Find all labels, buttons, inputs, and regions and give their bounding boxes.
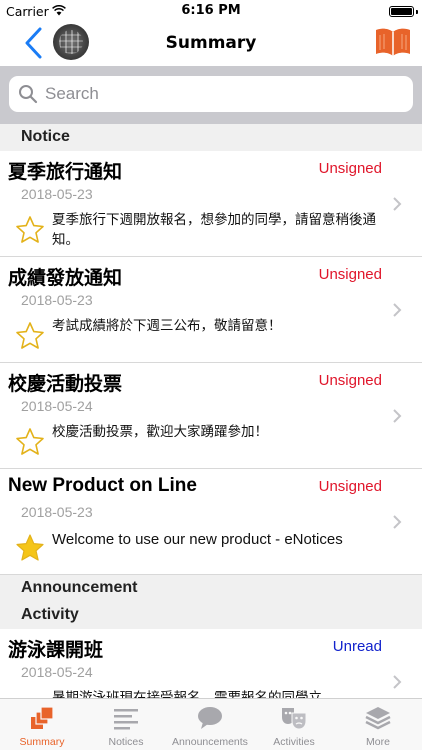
list-item[interactable]: 夏季旅行通知 Unsigned 2018-05-23 夏季旅行下週開放報名，想參… (0, 151, 422, 257)
announcements-bubble-icon (198, 707, 222, 729)
item-title: 游泳課開班 (8, 640, 104, 661)
tab-label: More (366, 736, 390, 748)
item-title: 成績發放通知 (8, 268, 123, 289)
star-outline-icon[interactable] (15, 215, 45, 245)
item-date: 2018-05-23 (21, 186, 93, 202)
star-filled-icon[interactable] (15, 533, 45, 563)
tab-activities[interactable]: Activities (252, 699, 336, 750)
status-badge: Unsigned (318, 478, 382, 495)
search-area (0, 66, 422, 124)
item-date: 2018-05-23 (21, 292, 93, 308)
battery-tip (416, 10, 418, 14)
tab-summary[interactable]: Summary (0, 699, 84, 750)
open-book-icon[interactable] (374, 26, 412, 58)
item-body: 暑期游泳班現在接受報名，需要報名的同學立 (52, 690, 322, 698)
search-bar[interactable] (9, 76, 413, 112)
tab-announcements[interactable]: Announcements (168, 699, 252, 750)
summary-stack-icon (31, 706, 54, 729)
navigation-bar: Summary (0, 22, 422, 66)
tab-notices[interactable]: Notices (84, 699, 168, 750)
chevron-right-icon (393, 197, 402, 211)
status-badge: Unsigned (318, 160, 382, 177)
section-header-announcement: Announcement (0, 575, 422, 602)
notices-list-icon (114, 709, 138, 730)
clock: 6:16 PM (181, 3, 241, 18)
item-body: 夏季旅行下週開放報名，想參加的同學，請留意稍後通知。 (52, 212, 376, 248)
item-body: 考試成績將於下週三公布，敬請留意！ (52, 318, 282, 334)
item-title: 校慶活動投票 (8, 374, 123, 395)
item-title: 夏季旅行通知 (8, 162, 123, 183)
page-title: Summary (165, 33, 257, 53)
tab-label: Announcements (172, 736, 248, 748)
item-date: 2018-05-23 (21, 504, 93, 520)
item-body: 校慶活動投票，歡迎大家踴躍參加！ (52, 424, 268, 440)
tab-more[interactable]: More (336, 699, 420, 750)
battery-icon (389, 6, 414, 17)
status-badge: Unsigned (318, 266, 382, 283)
more-layers-icon (365, 707, 391, 730)
chevron-right-icon (393, 675, 402, 689)
chevron-right-icon (393, 515, 402, 529)
chevron-right-icon (393, 409, 402, 423)
item-date: 2018-05-24 (21, 398, 93, 414)
summary-list[interactable]: Notice 夏季旅行通知 Unsigned 2018-05-23 夏季旅行下週… (0, 124, 422, 698)
star-outline-icon[interactable] (15, 321, 45, 351)
chevron-right-icon (393, 303, 402, 317)
search-icon (19, 85, 38, 104)
list-item[interactable]: 校慶活動投票 Unsigned 2018-05-24 校慶活動投票，歡迎大家踴躍… (0, 363, 422, 469)
activities-masks-icon (282, 708, 307, 730)
item-date: 2018-05-24 (21, 664, 93, 680)
item-body: Welcome to use our new product - eNotice… (52, 531, 343, 548)
tab-label: Summary (19, 736, 65, 748)
tab-bar: Summary Notices Announcements Activities (0, 698, 422, 750)
item-title: New Product on Line (8, 475, 197, 496)
star-outline-icon[interactable] (15, 427, 45, 457)
status-badge: Unsigned (318, 372, 382, 389)
section-header-notice: Notice (0, 124, 422, 151)
status-bar: Carrier 6:16 PM (0, 0, 422, 22)
list-item[interactable]: New Product on Line Unsigned 2018-05-23 … (0, 469, 422, 575)
list-item[interactable]: 游泳課開班 Unread 2018-05-24 暑期游泳班現在接受報名，需要報名… (0, 629, 422, 698)
status-badge: Unread (332, 638, 382, 655)
section-header-activity: Activity (0, 602, 422, 629)
list-item[interactable]: 成績發放通知 Unsigned 2018-05-23 考試成績將於下週三公布，敬… (0, 257, 422, 363)
tab-label: Activities (273, 736, 315, 748)
search-input[interactable] (45, 82, 395, 106)
tab-label: Notices (108, 736, 144, 748)
